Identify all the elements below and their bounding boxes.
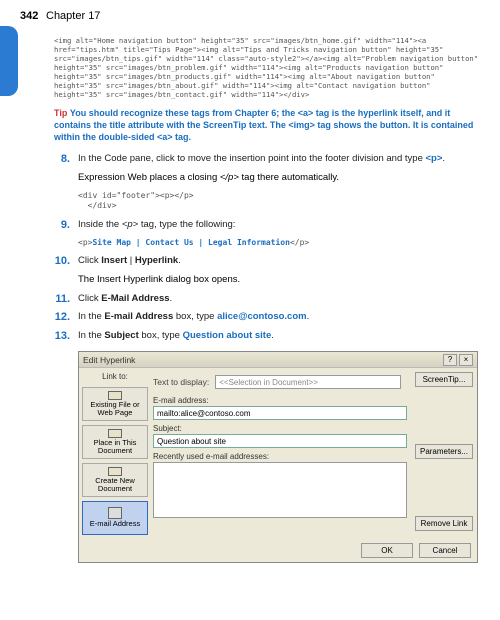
dialog-screenshot: Edit Hyperlink ? × Link to: Existing Fil… xyxy=(78,351,482,563)
dialog-title: Edit Hyperlink xyxy=(83,355,135,365)
step-body: Click Insert | Hyperlink. xyxy=(78,255,482,268)
step-11: 11. Click E-Mail Address. xyxy=(54,293,482,306)
titlebar-buttons: ? × xyxy=(443,354,473,366)
nav-existing-file[interactable]: Existing File or Web Page xyxy=(82,387,148,421)
step-13: 13. In the Subject box, type Question ab… xyxy=(54,330,482,343)
step-body: In the Code pane, click to move the inse… xyxy=(78,153,482,166)
code-8: <div id="footer"><p></p> </div> xyxy=(78,191,482,212)
cancel-button[interactable]: Cancel xyxy=(419,543,471,558)
nav-place-in-doc[interactable]: Place in This Document xyxy=(82,425,148,459)
step-body: Inside the <p> tag, type the following: xyxy=(78,219,482,232)
page-content: <img alt="Home navigation button" height… xyxy=(54,36,482,563)
nav-email-address[interactable]: E-mail Address xyxy=(82,501,148,535)
chapter-label: Chapter 17 xyxy=(46,10,100,22)
step-8: 8. In the Code pane, click to move the i… xyxy=(54,153,482,166)
tip-block: Tip You should recognize these tags from… xyxy=(54,107,482,143)
page-tab xyxy=(0,26,18,96)
step-10-sub: The Insert Hyperlink dialog box opens. xyxy=(78,274,482,287)
step-num: 9. xyxy=(54,219,78,232)
email-field[interactable] xyxy=(153,406,407,420)
parameters-button[interactable]: Parameters... xyxy=(415,444,473,459)
code-9: <p>Site Map | Contact Us | Legal Informa… xyxy=(78,238,482,248)
step-body: In the E-mail Address box, type alice@co… xyxy=(78,311,482,324)
page-icon xyxy=(108,391,122,400)
step-num: 13. xyxy=(54,330,78,343)
recent-label: Recently used e-mail addresses: xyxy=(153,452,407,461)
edit-hyperlink-dialog: Edit Hyperlink ? × Link to: Existing Fil… xyxy=(78,351,478,563)
text-display-input[interactable] xyxy=(215,375,401,389)
ok-button[interactable]: OK xyxy=(361,543,413,558)
step-8-sub: Expression Web places a closing </p> tag… xyxy=(78,172,482,185)
help-icon[interactable]: ? xyxy=(443,354,457,366)
linkto-label: Link to: xyxy=(82,372,148,381)
linkto-column: Link to: Existing File or Web Page Place… xyxy=(79,368,151,539)
step-num: 10. xyxy=(54,255,78,268)
recent-listbox[interactable] xyxy=(153,462,407,518)
remove-link-button[interactable]: Remove Link xyxy=(415,516,473,531)
text-display-label: Text to display: xyxy=(153,377,209,387)
email-label: E-mail address: xyxy=(153,396,407,405)
code-block-1: <img alt="Home navigation button" height… xyxy=(54,36,482,99)
mail-icon xyxy=(108,507,122,519)
step-body: In the Subject box, type Question about … xyxy=(78,330,482,343)
new-doc-icon xyxy=(108,467,122,476)
step-10: 10. Click Insert | Hyperlink. xyxy=(54,255,482,268)
step-num: 12. xyxy=(54,311,78,324)
dialog-body: Link to: Existing File or Web Page Place… xyxy=(79,368,477,539)
step-9: 9. Inside the <p> tag, type the followin… xyxy=(54,219,482,232)
bookmark-icon xyxy=(108,429,122,438)
titlebar: Edit Hyperlink ? × xyxy=(79,352,477,368)
subject-field[interactable] xyxy=(153,434,407,448)
page-number: 342 xyxy=(20,10,38,22)
dialog-bottom-buttons: OK Cancel xyxy=(79,539,477,562)
tip-text: You should recognize these tags from Cha… xyxy=(54,108,473,142)
step-num: 8. xyxy=(54,153,78,166)
tip-label: Tip xyxy=(54,108,67,118)
subject-label: Subject: xyxy=(153,424,407,433)
step-num: 11. xyxy=(54,293,78,306)
dialog-main: Text to display: E-mail address: Subject… xyxy=(151,368,411,539)
nav-create-new[interactable]: Create New Document xyxy=(82,463,148,497)
step-12: 12. In the E-mail Address box, type alic… xyxy=(54,311,482,324)
dialog-side-buttons: ScreenTip... Parameters... Remove Link xyxy=(411,368,477,539)
screentip-button[interactable]: ScreenTip... xyxy=(415,372,473,387)
step-body: Click E-Mail Address. xyxy=(78,293,482,306)
close-icon[interactable]: × xyxy=(459,354,473,366)
